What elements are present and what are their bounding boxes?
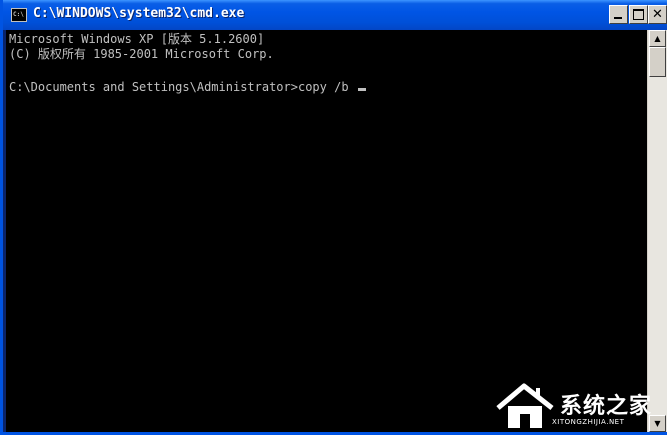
cmd-window: C:\ C:\WINDOWS\system32\cmd.exe ✕ Micros… (0, 0, 667, 435)
scroll-up-icon: ▲ (654, 34, 661, 43)
watermark-url: XITONGZHIJIA.NET (552, 418, 625, 426)
window-title: C:\WINDOWS\system32\cmd.exe (33, 6, 245, 21)
title-bar[interactable]: C:\ C:\WINDOWS\system32\cmd.exe ✕ (3, 0, 667, 30)
minimize-button[interactable] (609, 5, 628, 24)
console-prompt-text: C:\Documents and Settings\Administrator>… (9, 80, 356, 94)
close-button[interactable]: ✕ (648, 5, 667, 24)
cmd-app-icon[interactable]: C:\ (11, 8, 27, 22)
close-icon: ✕ (652, 7, 663, 22)
house-logo-icon (496, 383, 554, 428)
console-prompt-line[interactable]: C:\Documents and Settings\Administrator>… (9, 80, 366, 94)
scrollbar-thumb[interactable] (649, 47, 666, 77)
console-line-version: Microsoft Windows XP [版本 5.1.2600] (9, 32, 265, 46)
scroll-up-button[interactable]: ▲ (649, 30, 666, 47)
watermark-brand: 系统之家 (560, 394, 653, 419)
text-cursor (357, 88, 366, 91)
maximize-button[interactable] (629, 5, 648, 24)
cmd-icon-label: C:\ (13, 11, 24, 18)
console-output[interactable]: Microsoft Windows XP [版本 5.1.2600] (C) 版… (6, 30, 647, 432)
console-line-copyright: (C) 版权所有 1985-2001 Microsoft Corp. (9, 47, 274, 61)
vertical-scrollbar[interactable]: ▲ ▼ (647, 30, 667, 432)
site-watermark: 系统之家 XITONGZHIJIA.NET (490, 378, 662, 432)
